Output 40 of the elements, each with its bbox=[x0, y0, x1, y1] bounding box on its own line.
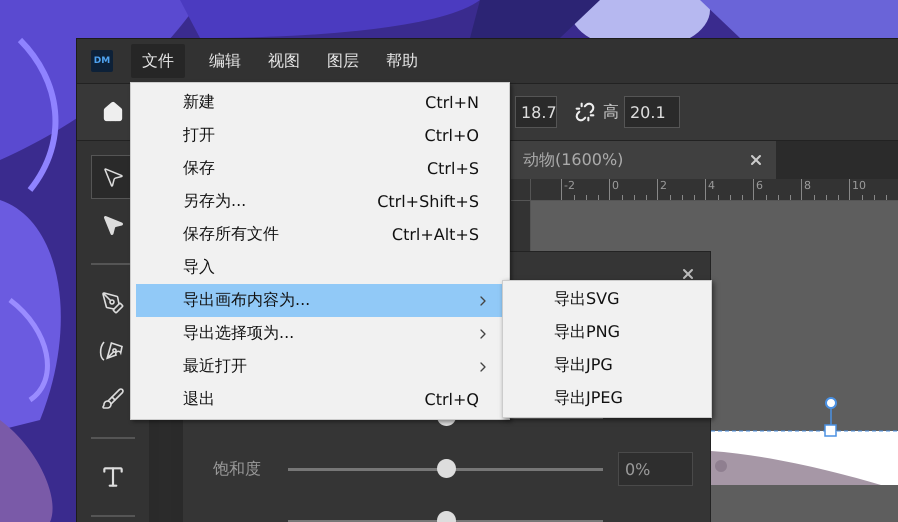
shortcut-label: Ctrl+O bbox=[424, 126, 479, 145]
menu-entry[interactable]: 导入 bbox=[136, 251, 504, 284]
height-field[interactable]: 20.1 bbox=[624, 96, 680, 128]
ruler-label: 4 bbox=[708, 179, 715, 192]
menu-entry[interactable]: 导出选择项为... bbox=[136, 317, 504, 350]
document-tab[interactable]: 动物(1600%) bbox=[511, 141, 776, 179]
ruler-label: 0 bbox=[612, 179, 619, 192]
menu-entry[interactable]: 导出PNG bbox=[503, 316, 711, 349]
ruler-label: 6 bbox=[756, 179, 763, 192]
menu-item[interactable]: 图层 bbox=[316, 44, 370, 78]
menu-item[interactable]: 文件 bbox=[131, 44, 185, 78]
height-label: 高 bbox=[603, 102, 619, 122]
shortcut-label: Ctrl+Q bbox=[424, 390, 479, 409]
slider-label: 饱和度 bbox=[213, 458, 261, 478]
menu-entry[interactable]: 打开 Ctrl+O bbox=[136, 119, 504, 152]
ruler-label: 8 bbox=[804, 179, 811, 192]
shortcut-label: Ctrl+N bbox=[425, 93, 479, 112]
shortcut-label: Ctrl+Alt+S bbox=[392, 225, 479, 244]
ruler-label: 10 bbox=[852, 179, 866, 192]
ruler-label: -2 bbox=[564, 179, 575, 192]
menu-item[interactable]: 视图 bbox=[257, 44, 311, 78]
menu-item[interactable]: 帮助 bbox=[375, 44, 429, 78]
menu-entry[interactable]: 导出画布内容为... bbox=[136, 284, 504, 317]
menu-entry[interactable]: 保存所有文件 Ctrl+Alt+S bbox=[136, 218, 504, 251]
menu-entry[interactable]: 另存为... Ctrl+Shift+S bbox=[136, 185, 504, 218]
menu-entry[interactable]: 最近打开 bbox=[136, 350, 504, 383]
menu-entry[interactable]: 导出SVG bbox=[503, 283, 711, 316]
shortcut-label: Ctrl+S bbox=[426, 159, 479, 178]
menu-entry[interactable]: 导出JPEG bbox=[503, 382, 711, 415]
app-logo: DM bbox=[91, 50, 113, 72]
menu-entry[interactable]: 退出 Ctrl+Q bbox=[136, 383, 504, 416]
menu-entry[interactable]: 新建 Ctrl+N bbox=[136, 86, 504, 119]
menu-entry[interactable]: 导出JPG bbox=[503, 349, 711, 382]
width-field[interactable]: 18.7 bbox=[515, 96, 557, 128]
tab-title: 动物(1600%) bbox=[523, 150, 624, 170]
value-field[interactable]: 0% bbox=[618, 452, 693, 486]
menu-entry[interactable]: 保存 Ctrl+S bbox=[136, 152, 504, 185]
shortcut-label: Ctrl+Shift+S bbox=[377, 192, 479, 211]
menu-item[interactable]: 编辑 bbox=[198, 44, 252, 78]
ruler-label: 2 bbox=[660, 179, 667, 192]
